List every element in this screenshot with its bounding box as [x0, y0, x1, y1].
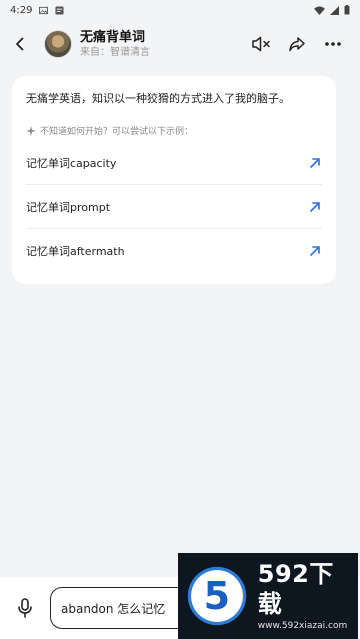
hint-text: 不知道如何开始？可以尝试以下示例： [40, 127, 194, 137]
chat-header: 无痛背单词 来自：智谱清言 [0, 20, 360, 68]
example-item[interactable]: 记忆单词prompt [26, 185, 322, 229]
watermark-name: 592下载 [257, 560, 334, 618]
intro-card: 无痛学英语，知识以一种狡猾的方式进入了我的脑子。 不知道如何开始？可以尝试以下示… [12, 76, 336, 284]
message-input-value: abandon 怎么记忆 [61, 601, 166, 616]
chevron-left-icon [16, 37, 24, 51]
signal-icon [330, 5, 339, 15]
voice-input-button[interactable] [14, 597, 36, 619]
watermark-url: www.592xiazai.com [257, 621, 348, 631]
agent-avatar[interactable] [44, 30, 72, 58]
image-icon [39, 6, 49, 14]
example-label: 记忆单词capacity [26, 156, 117, 170]
watermark-logo: 5 [184, 563, 250, 629]
speaker-muted-icon [252, 36, 270, 52]
watermark-text: 592下载 www.592xiazai.com [258, 559, 358, 633]
hint-line: 不知道如何开始？可以尝试以下示例： [26, 124, 322, 137]
example-item[interactable]: 记忆单词aftermath [26, 229, 322, 273]
notification-icon [55, 5, 65, 15]
share-icon [289, 37, 305, 52]
share-button[interactable] [282, 29, 312, 59]
example-list: 记忆单词capacity 记忆单词prompt 记忆单词aftermath [26, 141, 322, 273]
mute-button[interactable] [246, 29, 276, 59]
status-bar: 4:29 [0, 0, 360, 20]
sparkle-icon [26, 125, 36, 136]
status-time: 4:29 [10, 4, 33, 16]
header-actions [246, 29, 360, 59]
wifi-icon [314, 5, 325, 15]
battery-icon [344, 5, 350, 15]
more-icon [325, 42, 341, 46]
page-title: 无痛背单词 [80, 29, 146, 45]
site-watermark: 5 592下载 www.592xiazai.com [178, 553, 358, 639]
title-block: 无痛背单词 来自：智谱清言 [80, 29, 150, 60]
more-button[interactable] [318, 29, 348, 59]
arrow-up-right-icon [310, 201, 320, 212]
example-label: 记忆单词prompt [26, 200, 111, 214]
microphone-icon [18, 598, 32, 618]
intro-text: 无痛学英语，知识以一种狡猾的方式进入了我的脑子。 [26, 92, 290, 105]
example-item[interactable]: 记忆单词capacity [26, 141, 322, 185]
example-label: 记忆单词aftermath [26, 245, 125, 258]
page-subtitle: 来自：智谱清言 [80, 46, 150, 58]
back-button[interactable] [0, 20, 40, 68]
arrow-up-right-icon [310, 246, 320, 256]
arrow-up-right-icon [310, 157, 320, 168]
